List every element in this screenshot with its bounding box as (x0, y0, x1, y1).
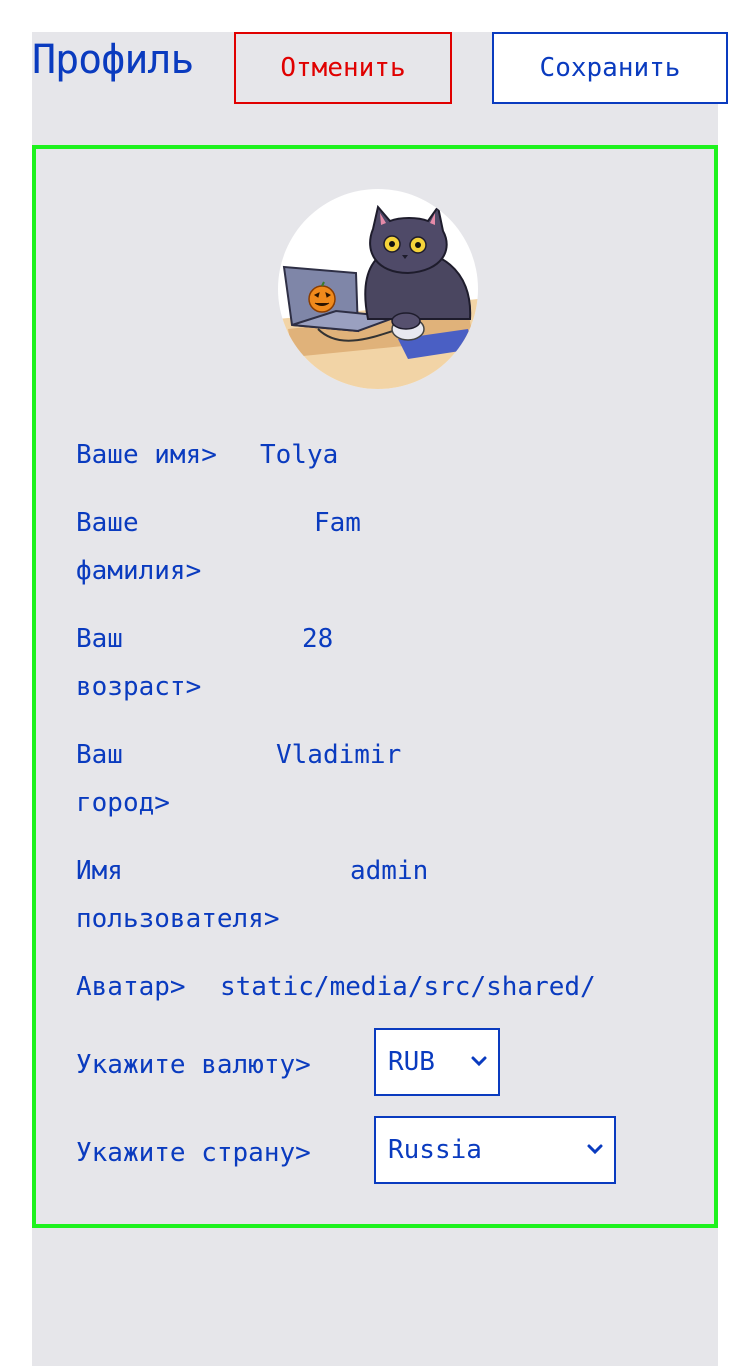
avatar-label: Аватар> (76, 972, 186, 1002)
city-label-line2: город> (76, 788, 170, 818)
age-label-line2: возраст> (76, 672, 202, 702)
surname-label-line2: фамилия> (76, 556, 202, 586)
page-title: Профиль (32, 37, 195, 83)
surname-label-line1: Ваше (76, 508, 139, 538)
save-button[interactable]: Сохранить (492, 32, 728, 104)
city-field: Ваш город> Vladimir (76, 731, 676, 827)
city-input[interactable]: Vladimir (276, 731, 401, 779)
age-label-line1: Ваш (76, 624, 123, 654)
currency-value: RUB (388, 1047, 435, 1077)
avatar-field: Аватар> static/media/src/shared/ (76, 963, 674, 1011)
username-input[interactable]: admin (350, 847, 428, 895)
country-select[interactable]: Russia (374, 1116, 616, 1184)
name-field: Ваше имя> Tolya (76, 431, 676, 479)
currency-select[interactable]: RUB (374, 1028, 500, 1096)
name-label: Ваше имя> (76, 440, 217, 470)
username-label-line2: пользователя> (76, 904, 280, 934)
username-label-line1: Имя (76, 856, 123, 886)
surname-input[interactable]: Fam (314, 499, 361, 547)
country-value: Russia (388, 1135, 482, 1165)
city-label-line1: Ваш (76, 740, 123, 770)
surname-field: Ваше фамилия> Fam (76, 499, 676, 595)
age-input[interactable]: 28 (302, 615, 333, 663)
cancel-button[interactable]: Отменить (234, 32, 452, 104)
name-input[interactable]: Tolya (260, 431, 338, 479)
profile-card: Ваше имя> Tolya Ваше фамилия> Fam Ваш во… (32, 145, 718, 1228)
avatar-input[interactable]: static/media/src/shared/ (220, 963, 596, 1011)
chevron-down-icon (587, 1144, 603, 1155)
country-label: Укажите страну> (76, 1138, 311, 1168)
age-field: Ваш возраст> 28 (76, 615, 676, 711)
currency-label: Укажите валюту> (76, 1050, 311, 1080)
chevron-down-icon (471, 1056, 487, 1067)
username-field: Имя пользователя> admin (76, 847, 676, 943)
avatar (278, 189, 478, 389)
cat-at-laptop-icon (278, 204, 478, 389)
